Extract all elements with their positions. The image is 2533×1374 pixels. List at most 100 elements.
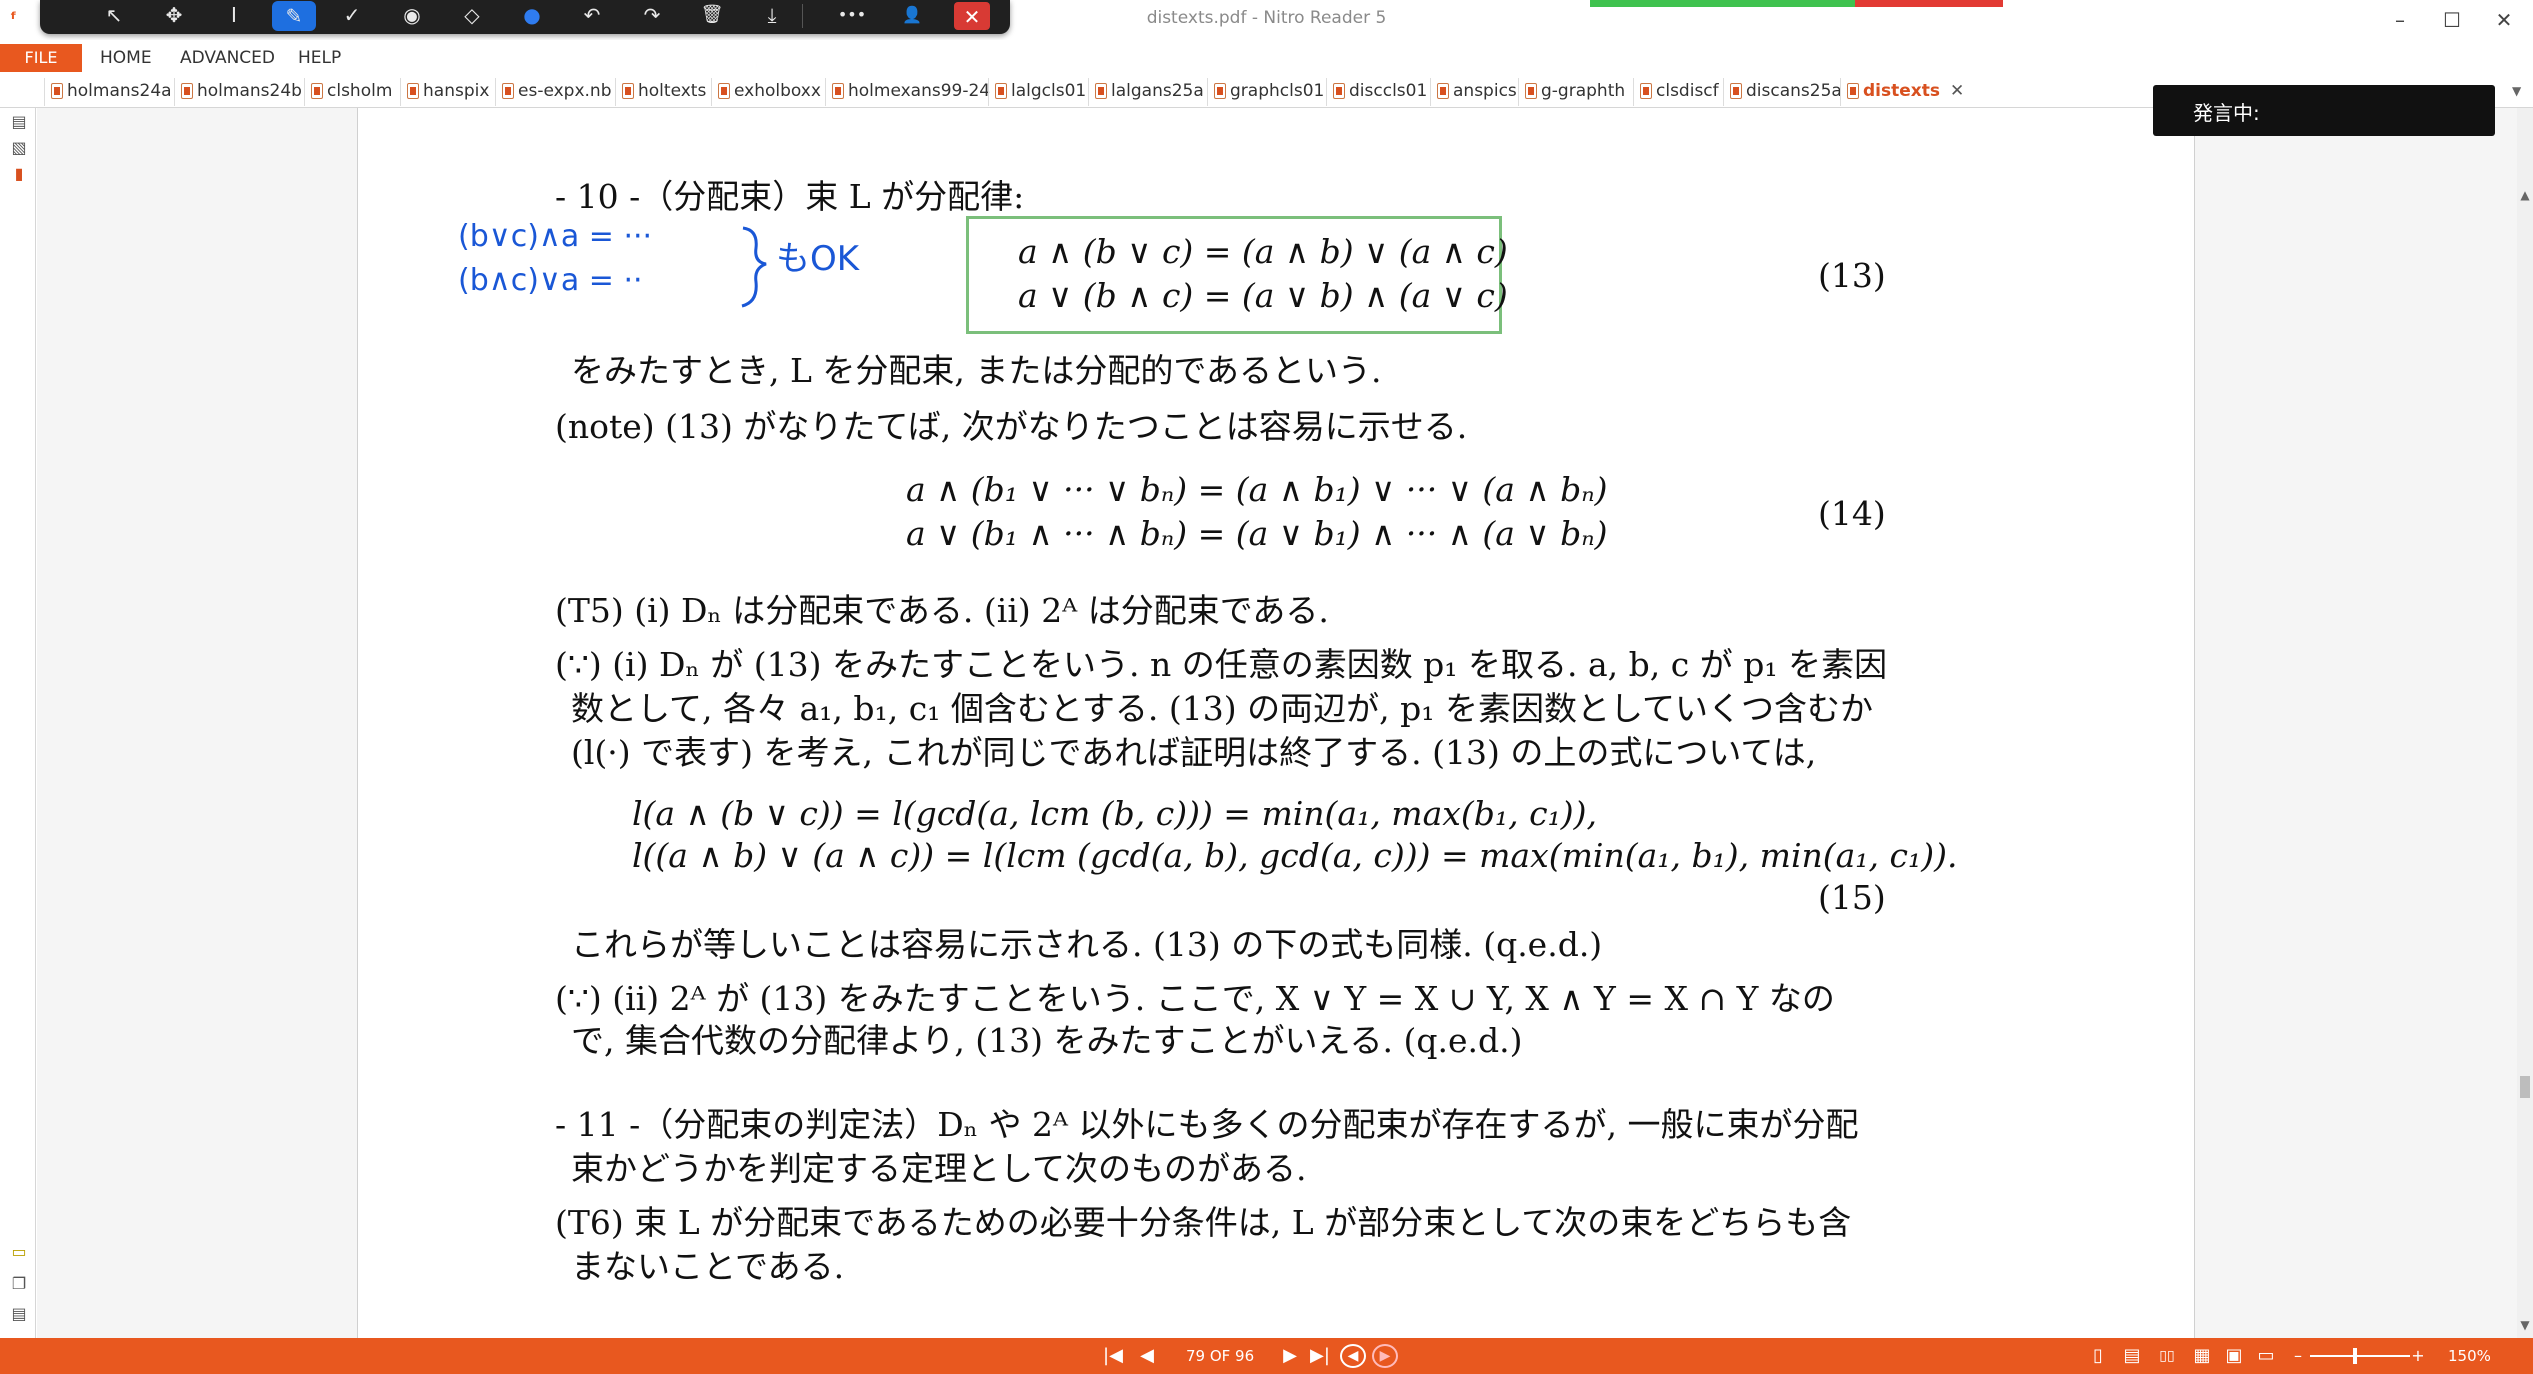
zoom-level[interactable]: 150% bbox=[2448, 1347, 2491, 1365]
tab-disccls01[interactable]: disccls01 bbox=[1326, 78, 1427, 106]
previous-page-icon[interactable]: ◀ bbox=[1132, 1344, 1162, 1368]
pdf-file-icon bbox=[622, 83, 634, 99]
bookmarks-panel-icon[interactable]: ▮ bbox=[9, 164, 29, 184]
proof-1-line-2: 数として, 各々 a₁, b₁, c₁ 個含むとする. (13) の両辺が, p… bbox=[571, 689, 1873, 728]
pdf-file-icon bbox=[995, 83, 1007, 99]
toolbar-divider bbox=[802, 4, 803, 28]
note-text: (note) (13) がなりたてば, 次がなりたつことは容易に示せる. bbox=[555, 407, 1468, 446]
advanced-menu[interactable]: ADVANCED bbox=[180, 48, 275, 68]
tab-lalgans25a[interactable]: lalgans25a bbox=[1088, 78, 1204, 106]
tab-hanspix[interactable]: hanspix bbox=[400, 78, 489, 106]
tab-clsholm[interactable]: clsholm bbox=[304, 78, 392, 106]
pan-move-icon[interactable]: ✥ bbox=[152, 0, 196, 32]
pdf-file-icon bbox=[1437, 83, 1449, 99]
pdf-file-icon bbox=[181, 83, 193, 99]
more-options-icon[interactable]: ••• bbox=[830, 0, 874, 32]
zoom-in-button[interactable]: + bbox=[2408, 1344, 2428, 1368]
proof-1-line-1: (∵) (i) Dₙ が (13) をみたすことをいう. n の任意の素因数 p… bbox=[555, 645, 1888, 684]
text-cursor-icon[interactable]: I bbox=[212, 0, 256, 32]
section-10-heading: - 10 -（分配束）束 L が分配律: bbox=[555, 177, 1025, 216]
scroll-down-icon[interactable]: ▼ bbox=[2517, 1318, 2533, 1332]
forward-view-icon[interactable]: ▶ bbox=[1372, 1344, 1398, 1368]
tab-holmans24a[interactable]: holmans24a bbox=[44, 78, 172, 106]
proof-1-conclusion: これらが等しいことは容易に示される. (13) の下の式も同様. (q.e.d.… bbox=[571, 925, 1603, 964]
recording-progress-red bbox=[1855, 0, 2003, 7]
tab-anspics[interactable]: anspics bbox=[1430, 78, 1517, 106]
close-tab-icon[interactable]: ✕ bbox=[1950, 78, 1964, 104]
download-icon[interactable]: ⤓ bbox=[750, 0, 794, 32]
speaking-indicator: 発言中: bbox=[2153, 85, 2495, 136]
proof-2-line-1: (∵) (ii) 2ᴬ が (13) をみたすことをいう. ここで, X ∨ Y… bbox=[555, 979, 1835, 1018]
stamp-icon[interactable]: ◉ bbox=[390, 0, 434, 32]
redo-icon[interactable]: ↷ bbox=[630, 0, 674, 32]
tab-graphcls01[interactable]: graphcls01 bbox=[1207, 78, 1324, 106]
tab-distexts[interactable]: distexts ✕ bbox=[1840, 78, 1964, 106]
close-toolbar-button[interactable]: ✕ bbox=[954, 2, 990, 30]
menu-bar: FILE HOME ADVANCED HELP bbox=[0, 40, 2533, 74]
eq15-number: (15) bbox=[1818, 878, 1886, 917]
tab-discans25a[interactable]: discans25a bbox=[1723, 78, 1842, 106]
scroll-up-icon[interactable]: ▲ bbox=[2517, 188, 2533, 202]
tab-holmexans99-24[interactable]: holmexans99-24 bbox=[825, 78, 990, 106]
eq13-number: (13) bbox=[1818, 256, 1886, 295]
file-menu[interactable]: FILE bbox=[0, 44, 82, 72]
tab-exholboxx[interactable]: exholboxx bbox=[711, 78, 821, 106]
page-indicator[interactable]: 79 OF 96 bbox=[1186, 1347, 1254, 1365]
pages-panel-icon[interactable]: ▤ bbox=[9, 112, 29, 132]
undo-icon[interactable]: ↶ bbox=[570, 0, 614, 32]
tab-lalgcls01[interactable]: lalgcls01 bbox=[988, 78, 1086, 106]
fullscreen-view-icon[interactable]: ▭ bbox=[2252, 1344, 2280, 1368]
zoom-slider-handle[interactable] bbox=[2353, 1348, 2357, 1364]
definition-text: をみたすとき, L を分配束, または分配的であるという. bbox=[571, 351, 1382, 390]
eq14-number: (14) bbox=[1818, 494, 1886, 533]
handwriting-note: もOK bbox=[776, 239, 861, 279]
document-viewer[interactable]: - 10 -（分配束）束 L が分配律: (b∨c)∧a = ··· (b∧c)… bbox=[37, 108, 2517, 1338]
scrollbar-thumb[interactable] bbox=[2520, 1076, 2530, 1098]
output-panel-icon[interactable]: ❐ bbox=[9, 1274, 29, 1294]
single-page-view-icon[interactable]: ▯ bbox=[2084, 1344, 2112, 1368]
back-view-icon[interactable]: ◀ bbox=[1340, 1344, 1366, 1368]
tabs-overflow-chevron-icon[interactable]: ▼ bbox=[2508, 78, 2521, 106]
tab-holtexts[interactable]: holtexts bbox=[615, 78, 706, 106]
facing-view-icon[interactable]: ▯▯ bbox=[2150, 1344, 2184, 1368]
cover-view-icon[interactable]: ▣ bbox=[2220, 1344, 2248, 1368]
status-bar: |◀ ◀ 79 OF 96 ▶ ▶| ◀ ▶ ▯ ▤ ▯▯ ▦ ▣ ▭ – + … bbox=[0, 1338, 2533, 1374]
properties-panel-icon[interactable]: ▤ bbox=[9, 1304, 29, 1324]
tab-es-expx[interactable]: es-expx.nb bbox=[495, 78, 612, 106]
comments-panel-icon[interactable]: ▭ bbox=[9, 1242, 29, 1262]
user-settings-icon[interactable]: 👤 bbox=[890, 0, 934, 32]
facing-continuous-view-icon[interactable]: ▦ bbox=[2188, 1344, 2216, 1368]
check-icon[interactable]: ✓ bbox=[330, 0, 374, 32]
eq13-line-1: a ∧ (b ∨ c) = (a ∧ b) ∨ (a ∧ c) bbox=[1018, 232, 1508, 271]
pen-icon[interactable]: ✎ bbox=[272, 1, 316, 31]
color-picker-icon[interactable]: ● bbox=[510, 0, 554, 32]
proof-1-line-3: (l(·) で表す) を考え, これが同じであれば証明は終了する. (13) の… bbox=[571, 733, 1817, 772]
pdf-file-icon bbox=[1095, 83, 1107, 99]
eraser-icon[interactable]: ◇ bbox=[450, 0, 494, 32]
zoom-out-button[interactable]: – bbox=[2288, 1344, 2308, 1368]
help-menu[interactable]: HELP bbox=[298, 48, 341, 68]
handwritten-annotation: (b∨c)∧a = ··· (b∧c)∨a = ·· もOK bbox=[458, 219, 861, 308]
tab-clsdiscf[interactable]: clsdiscf bbox=[1633, 78, 1719, 106]
zoom-slider[interactable] bbox=[2310, 1355, 2410, 1357]
continuous-view-icon[interactable]: ▤ bbox=[2118, 1344, 2146, 1368]
handwriting-brace bbox=[741, 226, 767, 308]
minimize-button[interactable]: – bbox=[2380, 6, 2420, 34]
select-arrow-icon[interactable]: ↖ bbox=[92, 0, 136, 32]
section-11-line-2: 束かどうかを判定する定理として次のものがある. bbox=[571, 1149, 1307, 1188]
delete-icon[interactable]: 🗑 bbox=[690, 0, 734, 32]
first-page-icon[interactable]: |◀ bbox=[1098, 1344, 1128, 1368]
eq15-line-1: l(a ∧ (b ∨ c)) = l(gcd(a, lcm (b, c))) =… bbox=[632, 794, 1598, 833]
last-page-icon[interactable]: ▶| bbox=[1305, 1344, 1335, 1368]
pdf-file-icon bbox=[832, 83, 844, 99]
home-menu[interactable]: HOME bbox=[100, 48, 152, 68]
maximize-button[interactable]: ☐ bbox=[2432, 6, 2472, 34]
pdf-file-icon bbox=[1214, 83, 1226, 99]
annotation-toolbar: ↖ ✥ I ✎ ✓ ◉ ◇ ● ↶ ↷ 🗑 ⤓ ••• 👤 ✕ bbox=[40, 0, 1010, 34]
next-page-icon[interactable]: ▶ bbox=[1275, 1344, 1305, 1368]
close-window-button[interactable]: ✕ bbox=[2484, 6, 2524, 34]
tab-g-graphth[interactable]: g-graphth bbox=[1518, 78, 1625, 106]
tab-holmans24b[interactable]: holmans24b bbox=[174, 78, 302, 106]
vertical-scrollbar[interactable]: ▲ ▼ bbox=[2517, 108, 2533, 1338]
attachments-panel-icon[interactable]: ▧ bbox=[9, 138, 29, 158]
